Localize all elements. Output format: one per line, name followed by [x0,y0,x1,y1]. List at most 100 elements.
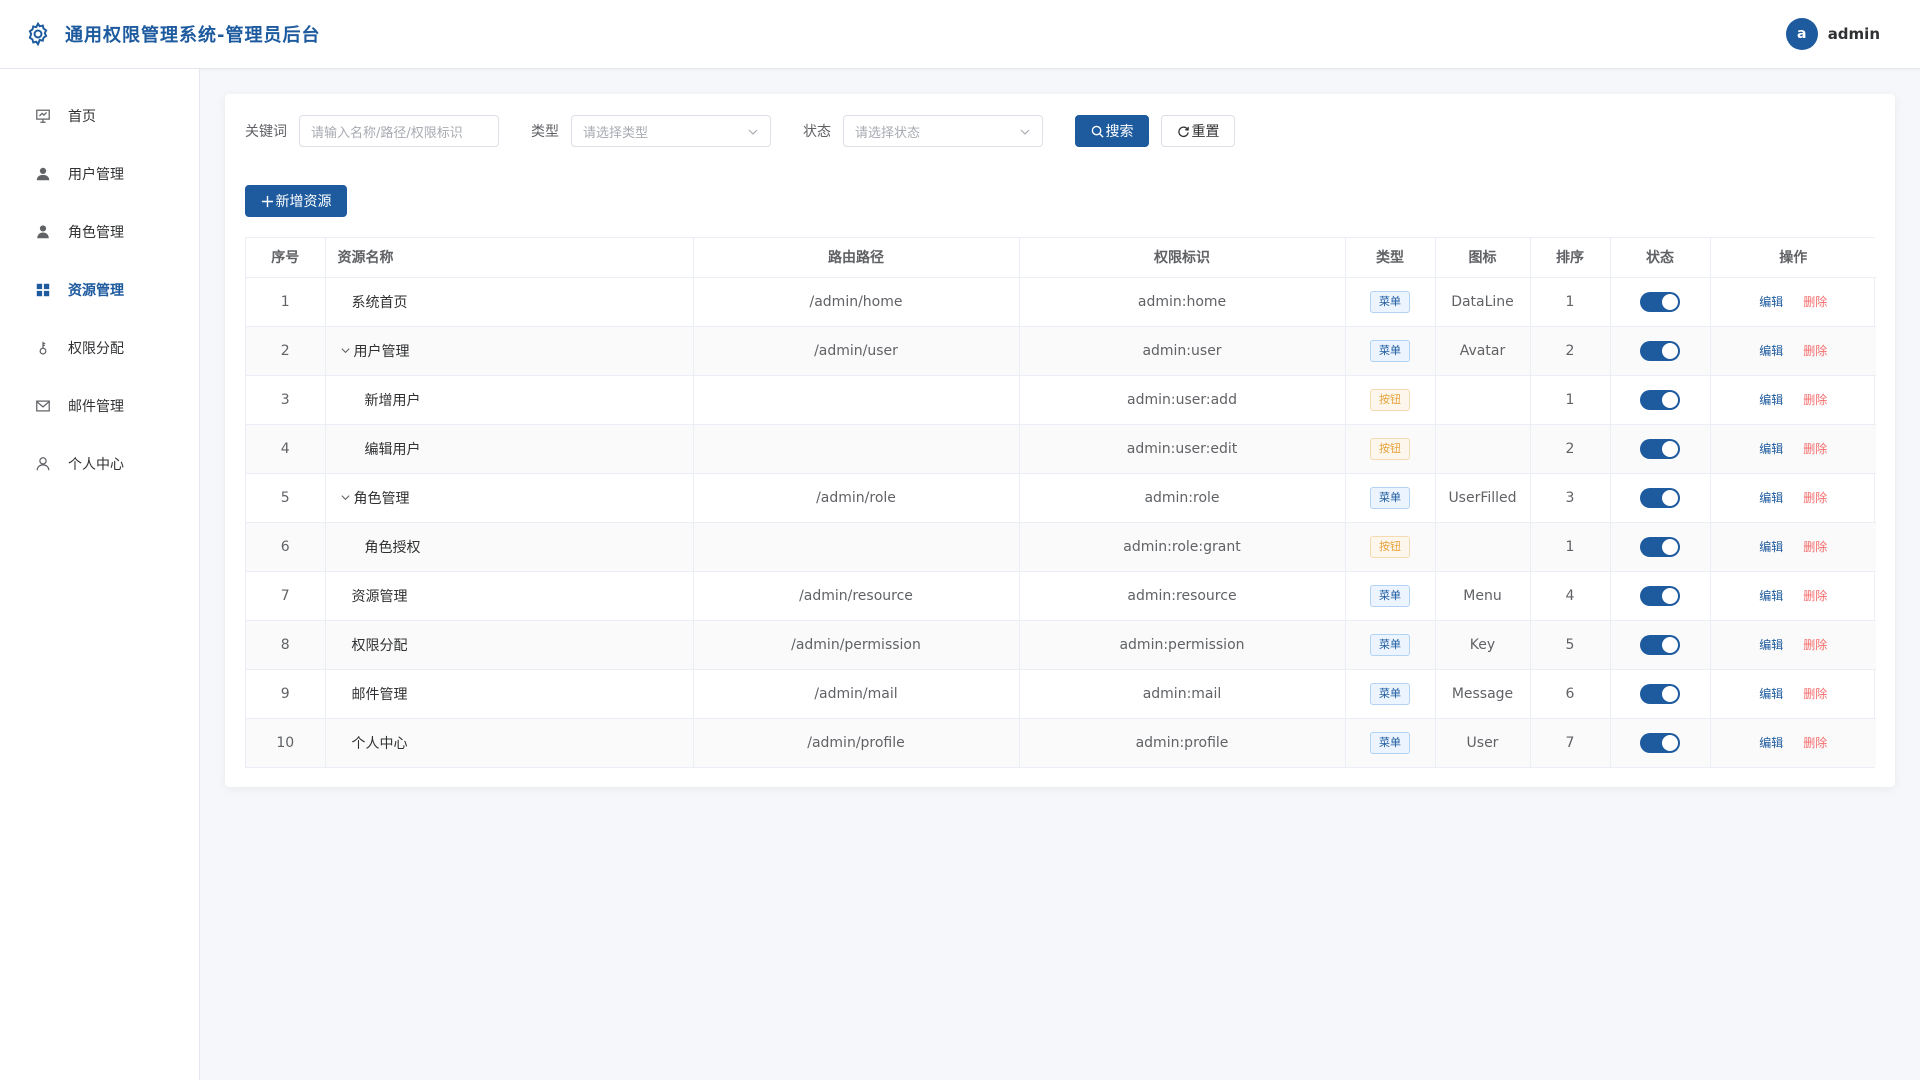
delete-button[interactable]: 删除 [1803,589,1827,603]
type-tag: 菜单 [1370,486,1410,509]
status-toggle[interactable] [1640,683,1680,704]
toggle-knob [1662,391,1678,408]
sidebar-item-profile[interactable]: 个人中心 [0,435,199,493]
sidebar-item-mail[interactable]: 邮件管理 [0,377,199,435]
avatar[interactable]: a [1785,18,1818,50]
status-cell [1610,718,1711,767]
delete-button[interactable]: 删除 [1803,540,1827,554]
edit-button[interactable]: 编辑 [1759,344,1783,358]
edit-button[interactable]: 编辑 [1759,442,1783,456]
delete-button[interactable]: 删除 [1803,491,1827,505]
delete-button[interactable]: 删除 [1803,736,1827,750]
reset-button-label: 重置 [1191,124,1220,140]
toggle-knob [1662,636,1678,653]
type-cell: 菜单 [1345,669,1436,719]
username[interactable]: admin [1828,25,1880,43]
sidebar-item-resources[interactable]: 资源管理 [0,261,199,319]
type-tag: 按钮 [1370,388,1410,411]
edit-button[interactable]: 编辑 [1759,295,1783,309]
status-toggle[interactable] [1640,585,1680,606]
status-toggle[interactable] [1640,438,1680,459]
delete-button[interactable]: 删除 [1803,393,1827,407]
edit-button[interactable]: 编辑 [1759,540,1783,554]
toggle-knob [1662,293,1678,310]
actions-cell: 编辑 删除 [1710,424,1876,474]
row-name-cell: 邮件管理 [325,669,694,719]
permission-key: admin:home [1019,277,1346,327]
table-header-row: 序号 资源名称 路由路径 权限标识 类型 图标 排序 状态 操作 [246,238,1876,278]
row-index: 1 [246,277,326,327]
permission-key: admin:user:edit [1019,424,1346,474]
keyword-input[interactable]: 请输入名称/路径/权限标识 [299,115,499,147]
sidebar-item-home[interactable]: 首页 [0,87,199,145]
icon-name: Menu [1435,571,1531,621]
delete-button[interactable]: 删除 [1803,687,1827,701]
permission-key: admin:user:add [1019,375,1346,425]
table-row: 2 用户管理/admin/user admin:user 菜单 Avatar 2 编辑 删除 [246,326,1876,376]
row-index: 3 [246,375,326,425]
resource-name: 角色管理 [353,490,410,507]
edit-button[interactable]: 编辑 [1759,589,1783,603]
row-index: 4 [246,424,326,474]
status-toggle[interactable] [1640,340,1680,361]
status-cell [1610,375,1711,425]
type-cell: 菜单 [1345,277,1436,327]
permission-key: admin:resource [1019,571,1346,621]
sidebar-item-permissions[interactable]: 权限分配 [0,319,199,377]
chevron-down-icon[interactable] [340,345,352,357]
type-tag: 按钮 [1370,535,1410,558]
reset-button[interactable]: 重置 [1161,115,1235,147]
column-header: 路由路径 [693,238,1020,278]
status-toggle[interactable] [1640,732,1680,753]
route-path [693,522,1020,572]
row-name-cell: 权限分配 [325,620,694,670]
actions-cell: 编辑 删除 [1710,669,1876,719]
status-label: 状态 [803,124,831,140]
type-cell: 菜单 [1345,718,1436,767]
status-toggle[interactable] [1640,487,1680,508]
row-name-cell: 角色管理 [325,473,694,523]
user-icon [34,165,52,183]
chevron-down-icon[interactable] [340,492,352,504]
status-toggle[interactable] [1640,291,1680,312]
actions-cell: 编辑 删除 [1710,571,1876,621]
delete-button[interactable]: 删除 [1803,295,1827,309]
status-toggle[interactable] [1640,536,1680,557]
row-index: 7 [246,571,326,621]
status-select[interactable]: 请选择状态 [843,115,1043,147]
edit-button[interactable]: 编辑 [1759,687,1783,701]
status-toggle[interactable] [1640,389,1680,410]
sidebar-item-roles[interactable]: 角色管理 [0,203,199,261]
edit-button[interactable]: 编辑 [1759,491,1783,505]
resource-name: 角色授权 [364,539,421,556]
toggle-knob [1662,489,1678,506]
chevron-down-icon [748,126,758,136]
status-toggle[interactable] [1640,634,1680,655]
refresh-icon [1177,125,1190,138]
type-select[interactable]: 请选择类型 [571,115,771,147]
column-header: 排序 [1530,238,1611,278]
type-tag: 菜单 [1370,339,1410,362]
delete-button[interactable]: 删除 [1803,344,1827,358]
add-resource-button[interactable]: 新增资源 [245,185,347,217]
resource-name: 资源管理 [351,588,408,605]
column-header: 序号 [246,238,326,278]
edit-button[interactable]: 编辑 [1759,393,1783,407]
add-resource-label: 新增资源 [275,194,332,210]
delete-button[interactable]: 删除 [1803,638,1827,652]
sidebar-item-users[interactable]: 用户管理 [0,145,199,203]
search-button[interactable]: 搜索 [1075,115,1149,147]
type-cell: 菜单 [1345,571,1436,621]
delete-button[interactable]: 删除 [1803,442,1827,456]
edit-button[interactable]: 编辑 [1759,638,1783,652]
type-cell: 按钮 [1345,522,1436,572]
app-title: 通用权限管理系统-管理员后台 [65,25,321,46]
column-header: 资源名称 [325,238,694,278]
actions-cell: 编辑 删除 [1710,277,1876,327]
column-header: 类型 [1345,238,1436,278]
edit-button[interactable]: 编辑 [1759,736,1783,750]
user-menu[interactable]: a admin [1785,18,1920,50]
toggle-knob [1662,587,1678,604]
keyword-label: 关键词 [245,124,287,140]
sidebar-item-label: 邮件管理 [68,399,124,415]
